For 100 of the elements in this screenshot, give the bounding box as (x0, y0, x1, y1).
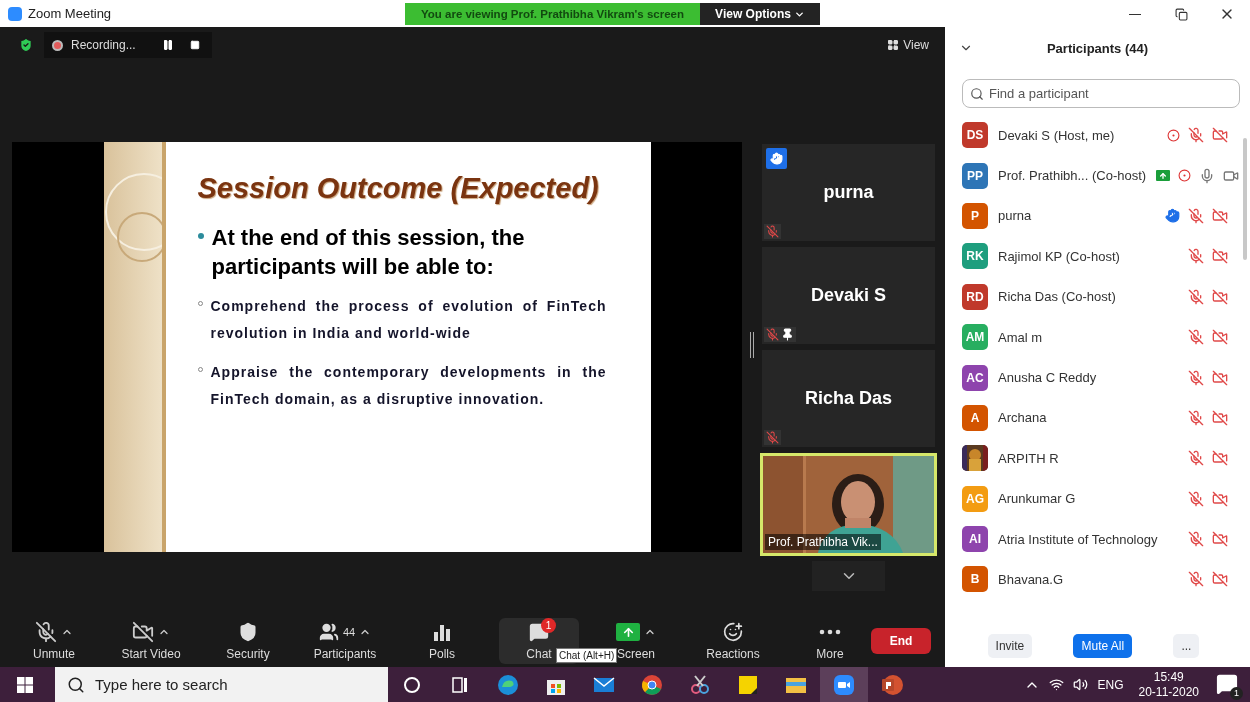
video-tile[interactable]: Devaki S (762, 247, 935, 344)
windows-logo-icon (17, 676, 33, 693)
toolbar-button[interactable]: Security (208, 618, 288, 664)
toolbar-button[interactable]: Reactions (693, 618, 773, 664)
participant-row[interactable]: AI Atria Institute of Technology (945, 518, 1250, 560)
participant-name: Atria Institute of Technology (998, 531, 1158, 547)
wifi-icon[interactable] (1049, 677, 1065, 692)
avatar: P (962, 202, 988, 229)
panel-button[interactable]: Invite (987, 634, 1033, 658)
participant-name: Rajimol KP (Co-host) (998, 248, 1120, 264)
recording-label: Recording... (71, 38, 136, 52)
edge-icon[interactable] (496, 672, 520, 697)
taskbar-search-field[interactable]: Type here to search (55, 667, 388, 702)
participant-row[interactable]: A Archana (945, 397, 1250, 439)
participant-name: Richa Das (Co-host) (998, 289, 1116, 305)
participant-name: Richa Das (804, 388, 892, 409)
panel-button[interactable]: Mute All (1073, 634, 1133, 658)
bullet-text: At the end of this session, the participants will be able to: (211, 224, 526, 281)
more-icon (819, 629, 841, 635)
powerpoint-icon[interactable] (880, 672, 904, 697)
participant-name: Anusha C Reddy (998, 370, 1097, 386)
participant-row[interactable]: PP Prof. Prathibh... (Co-host) (945, 155, 1250, 196)
share-screen-icon (616, 623, 640, 641)
end-button[interactable]: End (871, 628, 931, 654)
toolbar-button[interactable]: More (790, 618, 870, 664)
video-off-icon (132, 621, 154, 643)
participant-name: Devaki S (810, 285, 887, 306)
participant-name: Amal m (998, 329, 1043, 345)
minimize-icon (1129, 13, 1141, 15)
recording-icon (52, 39, 63, 51)
avatar: AI (962, 526, 988, 553)
participant-name: ARPITH R (998, 450, 1059, 466)
participants-icon (318, 622, 339, 642)
participant-row[interactable]: AM Amal m (945, 316, 1250, 358)
taskbar-app-button[interactable] (820, 667, 868, 702)
grid-icon (887, 39, 900, 51)
participant-count: 44 (342, 626, 356, 638)
stop-icon (189, 40, 200, 50)
security-shield-icon (18, 37, 34, 53)
panel-button[interactable]: ... (1173, 634, 1200, 658)
bar-chart-icon (433, 623, 451, 641)
toolbar-button[interactable]: Unmute (14, 618, 94, 664)
scrollbar[interactable] (1243, 138, 1247, 260)
viewing-banner: You are viewing Prof. Prathibha Vikram's screen (405, 3, 700, 25)
participant-row[interactable]: AG Arunkumar G (945, 478, 1250, 519)
participant-row[interactable]: B Bhavana.G (945, 559, 1250, 600)
participant-name: purna (998, 208, 1032, 224)
avatar: RD (962, 283, 988, 310)
language-indicator[interactable]: ENG (1097, 677, 1124, 692)
participant-row[interactable]: ARPITH R (945, 438, 1250, 479)
toolbar-button[interactable]: Start Video (111, 618, 191, 664)
avatar: DS (962, 122, 988, 149)
toolbar-button[interactable]: 44 Participants (305, 618, 385, 664)
search-field[interactable]: Find a participant (962, 79, 1240, 108)
video-tile[interactable]: purna (762, 144, 935, 241)
avatar: A (962, 404, 988, 431)
participant-name: Arunkumar G (998, 491, 1076, 507)
search-icon (67, 676, 85, 694)
panel-title: Participants (44) (1046, 40, 1149, 56)
participant-row[interactable]: RD Richa Das (Co-host) (945, 276, 1250, 317)
participant-row[interactable]: AC Anusha C Reddy (945, 357, 1250, 398)
view-button[interactable]: View (881, 37, 935, 53)
view-options-button[interactable]: View Options (700, 3, 820, 25)
restore-icon (1174, 7, 1188, 21)
participant-name: Bhavana.G (998, 572, 1064, 587)
bullet-icon (197, 233, 204, 239)
participant-name: Archana (998, 410, 1047, 426)
avatar: AC (962, 364, 988, 391)
chrome-icon[interactable] (640, 672, 664, 697)
video-tile[interactable]: Prof. Prathibha Vik... (760, 453, 937, 556)
participant-name: purna (823, 182, 874, 203)
zoom-icon[interactable] (832, 672, 856, 697)
resize-handle[interactable] (750, 332, 754, 358)
notification-button[interactable]: 1 (1216, 672, 1240, 697)
sub-bullet-text: Comprehend the process of evolution of FinTech revolution in India and world-wide (210, 297, 607, 343)
avatar: AG (962, 485, 988, 512)
participant-row[interactable]: P purna (945, 195, 1250, 237)
avatar: RK (962, 243, 988, 270)
toolbar-button[interactable]: Polls (402, 618, 482, 664)
participant-name: Prof. Prathibha Vik... (765, 534, 881, 550)
shield-icon (238, 622, 258, 642)
participant-name: Prof. Prathibh... (Co-host) (998, 168, 1147, 184)
participant-row[interactable]: DS Devaki S (Host, me) (945, 115, 1250, 156)
window-title: Zoom Meeting (28, 6, 112, 21)
volume-icon[interactable] (1073, 677, 1089, 692)
unread-badge: 1 (541, 618, 556, 633)
clock[interactable]: 15:49 20-11-2020 (1138, 669, 1199, 700)
participant-name: Devaki S (Host, me) (998, 127, 1115, 143)
muted-mic-icon (35, 621, 57, 643)
avatar: AM (962, 324, 988, 351)
video-tile[interactable]: Richa Das (762, 350, 935, 447)
slide-title: Session Outcome (Expected) (197, 172, 600, 205)
avatar: B (962, 566, 988, 593)
search-icon (970, 87, 984, 101)
participant-row[interactable]: RK Rajimol KP (Co-host) (945, 236, 1250, 277)
smiley-icon (723, 622, 743, 642)
tooltip: Chat (Alt+H) (556, 648, 618, 663)
notification-icon (1216, 672, 1238, 695)
sub-bullet-text: Appraise the contemporary developments in the FinTech domain, as a disruptive innovation. (210, 363, 607, 409)
pause-icon (161, 39, 174, 51)
